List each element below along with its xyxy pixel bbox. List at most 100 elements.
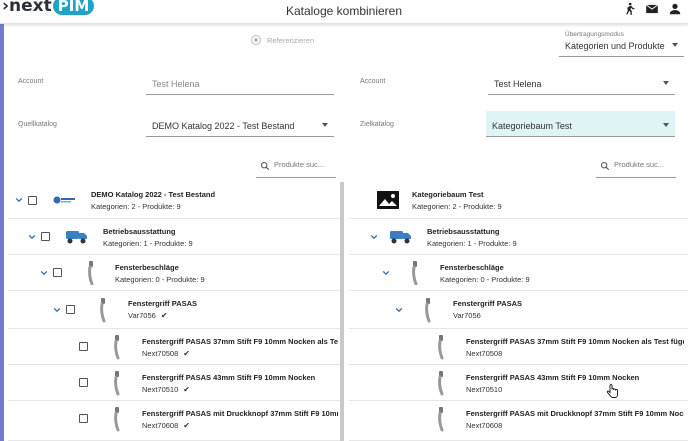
target-search-input[interactable] <box>614 160 684 169</box>
row-subtitle: Kategorien: 1 - Produkte: 9 <box>103 239 193 248</box>
image-icon <box>377 191 399 209</box>
tree-row-category[interactable]: Betriebsausstattung Kategorien: 1 - Prod… <box>349 219 688 255</box>
check-icon: ✔ <box>183 421 190 430</box>
row-checkbox[interactable] <box>79 414 88 423</box>
target-catalog-value: Kategoriebaum Test <box>492 121 572 131</box>
catalog-logo-icon <box>53 196 75 204</box>
window-handle-icon <box>438 371 444 396</box>
tree-row-product[interactable]: Fenstergriff PASAS 37mm Stift F9 10mm No… <box>349 329 688 365</box>
row-subtitle: Kategorien: 2 - Produkte: 9 <box>412 202 502 211</box>
source-account-field[interactable]: Test Helena <box>146 70 334 95</box>
row-title: Fenstergriff PASAS 37mm Stift F9 10mm No… <box>466 337 684 346</box>
target-catalog-label: Zielkatalog <box>360 121 394 128</box>
window-handle-icon <box>438 407 444 432</box>
row-title: Fenstergriff PASAS 43mm Stift F9 10mm No… <box>466 373 640 382</box>
row-subtitle-wrap: Next70510 ✔ <box>142 385 190 394</box>
tree-row-variant[interactable]: Fenstergriff PASAS Var7056 <box>349 291 688 329</box>
tree-row-variant[interactable]: Fenstergriff PASAS Var7056 ✔ <box>8 291 340 329</box>
row-title: Kategoriebaum Test <box>412 190 484 199</box>
account-icon[interactable] <box>668 2 682 16</box>
tree-row-product[interactable]: Fenstergriff PASAS 43mm Stift F9 10mm No… <box>349 365 688 401</box>
row-subtitle-wrap: Next70608 ✔ <box>142 421 190 430</box>
tree-row-category[interactable]: Betriebsausstattung Kategorien: 1 - Prod… <box>8 219 340 255</box>
running-person-icon[interactable] <box>622 2 636 16</box>
chevron-down-icon[interactable] <box>53 306 61 314</box>
transfer-mode-label: Übertragungsmodus <box>565 31 624 38</box>
chevron-down-icon <box>322 123 328 127</box>
referencing-option[interactable]: Referenzieren <box>251 35 314 45</box>
referencing-radio[interactable] <box>251 35 261 45</box>
row-checkbox[interactable] <box>66 305 75 314</box>
chevron-down-icon[interactable] <box>370 233 378 241</box>
window-handle-icon <box>114 371 120 396</box>
row-checkbox[interactable] <box>79 378 88 387</box>
row-title: Fenstergriff PASAS 43mm Stift F9 10mm No… <box>142 373 316 382</box>
row-subtitle: Next70508 <box>466 349 503 358</box>
window-handle-icon <box>100 298 106 323</box>
source-search-input[interactable] <box>274 160 344 169</box>
check-icon: ✔ <box>183 385 190 394</box>
row-title: Fensterbeschläge <box>440 263 504 272</box>
app-header: ›next PIM Kataloge kombinieren <box>0 0 688 24</box>
row-checkbox[interactable] <box>79 342 88 351</box>
row-checkbox[interactable] <box>41 232 50 241</box>
chevron-down-icon <box>663 123 669 127</box>
tree-row-catalog[interactable]: Kategoriebaum Test Kategorien: 2 - Produ… <box>349 182 688 219</box>
target-account-select[interactable]: Test Helena <box>488 70 675 95</box>
chevron-down-icon <box>672 43 678 47</box>
source-catalog-select[interactable]: DEMO Katalog 2022 - Test Bestand <box>146 111 334 137</box>
row-subtitle: Next70608 <box>466 421 503 430</box>
source-catalog-value: DEMO Katalog 2022 - Test Bestand <box>152 121 295 131</box>
chevron-down-icon[interactable] <box>40 269 48 277</box>
row-subtitle: Next70510 <box>142 385 179 394</box>
row-subtitle: Next70508 <box>142 349 179 358</box>
left-accent-bar <box>0 24 4 441</box>
window-handle-icon <box>88 261 94 285</box>
window-handle-icon <box>425 298 431 323</box>
mail-icon[interactable] <box>645 2 659 16</box>
tree-row-subcategory[interactable]: Fensterbeschläge Kategorien: 0 - Produkt… <box>349 255 688 291</box>
tree-row-product[interactable]: Fenstergriff PASAS mit Druckknopf 37mm S… <box>8 401 340 441</box>
row-title: DEMO Katalog 2022 - Test Bestand <box>91 190 216 199</box>
row-checkbox[interactable] <box>53 268 62 277</box>
row-subtitle: Kategorien: 0 - Produkte: 9 <box>115 275 205 284</box>
tree-row-product[interactable]: Fenstergriff PASAS mit Druckknopf 37mm S… <box>349 401 688 441</box>
target-tree-panel[interactable]: Kategoriebaum Test Kategorien: 2 - Produ… <box>349 182 688 441</box>
row-subtitle: Var7056 <box>453 311 481 320</box>
row-title: Fenstergriff PASAS <box>453 299 523 308</box>
chevron-down-icon[interactable] <box>15 196 23 204</box>
truck-icon <box>66 231 87 244</box>
target-catalog-select[interactable]: Kategoriebaum Test <box>486 111 675 137</box>
row-title: Fenstergriff PASAS 37mm Stift F9 10mm No… <box>142 337 338 346</box>
chevron-down-icon[interactable] <box>28 233 36 241</box>
target-search[interactable] <box>596 158 684 178</box>
row-title: Fenstergriff PASAS mit Druckknopf 37mm S… <box>466 409 684 418</box>
transfer-mode-value: Kategorien und Produkte <box>565 41 665 51</box>
window-handle-icon <box>114 407 120 432</box>
tree-row-product[interactable]: Fenstergriff PASAS 37mm Stift F9 10mm No… <box>8 329 340 365</box>
chevron-down-icon[interactable] <box>395 306 403 314</box>
tree-row-product[interactable]: Fenstergriff PASAS 43mm Stift F9 10mm No… <box>8 365 340 401</box>
row-subtitle: Kategorien: 2 - Produkte: 9 <box>91 202 181 211</box>
row-subtitle: Var7056 <box>128 311 156 320</box>
row-title: Fensterbeschläge <box>115 263 179 272</box>
source-tree-panel[interactable]: DEMO Katalog 2022 - Test Bestand Kategor… <box>8 182 344 441</box>
chevron-down-icon[interactable] <box>382 269 390 277</box>
row-subtitle: Next70510 <box>466 385 503 394</box>
source-catalog-label: Quellkatalog <box>18 121 57 128</box>
row-title: Betriebsausstattung <box>103 227 176 236</box>
row-subtitle-wrap: Var7056 ✔ <box>128 311 168 320</box>
search-icon <box>260 161 270 171</box>
truck-icon <box>390 231 411 244</box>
row-title: Betriebsausstattung <box>427 227 500 236</box>
window-handle-icon <box>114 335 120 360</box>
check-icon: ✔ <box>160 311 168 320</box>
source-account-value: Test Helena <box>152 79 200 89</box>
transfer-mode-select[interactable]: Übertragungsmodus Kategorien und Produkt… <box>559 31 684 57</box>
row-checkbox[interactable] <box>28 196 37 205</box>
window-handle-icon <box>438 335 444 360</box>
tree-row-subcategory[interactable]: Fensterbeschläge Kategorien: 0 - Produkt… <box>8 255 340 291</box>
tree-row-catalog[interactable]: DEMO Katalog 2022 - Test Bestand Kategor… <box>8 182 340 219</box>
source-account-label: Account <box>18 78 44 85</box>
source-search[interactable] <box>256 158 344 178</box>
